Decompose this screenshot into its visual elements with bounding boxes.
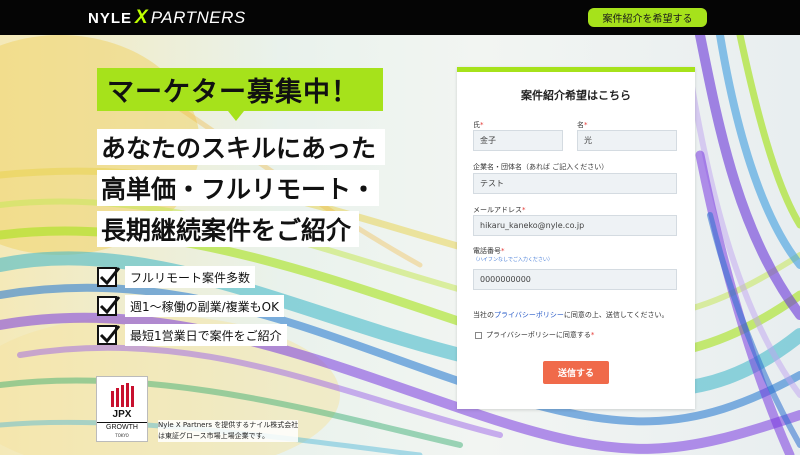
checkmark-icon xyxy=(97,296,121,316)
logo-nyle-text: NYLE xyxy=(88,10,133,27)
phone-field[interactable]: 0000000000 xyxy=(473,269,677,290)
feature-label: フルリモート案件多数 xyxy=(125,266,256,288)
company-field[interactable]: テスト xyxy=(473,173,677,194)
company-label: 企業名・団体名（あれば ご記入ください） xyxy=(473,163,609,171)
introduction-request-form: 案件紹介希望はこちら 氏* 金子 名* 光 企業名・団体名（あれば ご記入くださ… xyxy=(457,67,695,409)
headline-line-2: 高単価・フルリモート・ xyxy=(97,170,379,206)
privacy-policy-link[interactable]: プライバシーポリシー xyxy=(494,311,564,319)
privacy-consent-row[interactable]: プライバシーポリシーに同意する * xyxy=(475,330,594,340)
request-introduction-button[interactable]: 案件紹介を希望する xyxy=(588,8,707,27)
feature-item: 最短1営業日で案件をご紹介 xyxy=(97,322,287,348)
privacy-consent-label[interactable]: プライバシーポリシーに同意する xyxy=(486,330,591,340)
first-name-field[interactable]: 光 xyxy=(577,130,677,151)
jpx-tokyo-text: TOKYO xyxy=(115,433,129,438)
listing-note: Nyle X Partners を提供するナイル株式会社 は東証グロース市場上場… xyxy=(158,420,299,442)
listing-note-line-2: は東証グロース市場上場企業です。 xyxy=(158,432,269,440)
logo-x-text: X xyxy=(135,7,148,28)
checkmark-icon xyxy=(97,267,121,287)
listing-note-line-1: Nyle X Partners を提供するナイル株式会社 xyxy=(158,421,299,429)
phone-label: 電話番号* xyxy=(473,247,505,255)
feature-item: 週1〜稼働の副業/複業もOK xyxy=(97,293,287,319)
last-name-label: 氏* xyxy=(473,121,484,129)
headline-line-1: あなたのスキルにあった xyxy=(97,129,385,165)
site-header: NYLE X PARTNERS 案件紹介を希望する xyxy=(0,0,800,35)
recruiting-badge: マーケター募集中！ xyxy=(97,68,383,111)
feature-label: 最短1営業日で案件をご紹介 xyxy=(125,324,287,346)
checkmark-icon xyxy=(97,325,121,345)
headline-line-3: 長期継続案件をご紹介 xyxy=(97,211,359,247)
form-title: 案件紹介希望はこちら xyxy=(521,89,631,102)
jpx-growth-logo: JPX GROWTH TOKYO xyxy=(96,376,148,442)
privacy-consent-checkbox[interactable] xyxy=(475,331,482,339)
consent-notice: 当社のプライバシーポリシーに同意の上、送信してください。 xyxy=(473,311,669,319)
jpx-bars-icon xyxy=(111,383,134,407)
jpx-growth-text: GROWTH xyxy=(97,422,147,431)
nyle-x-partners-logo[interactable]: NYLE X PARTNERS xyxy=(88,7,246,29)
logo-partners-text: PARTNERS xyxy=(150,8,246,27)
email-field[interactable]: hikaru_kaneko@nyle.co.jp xyxy=(473,215,677,236)
feature-checklist: フルリモート案件多数 週1〜稼働の副業/複業もOK 最短1営業日で案件をご紹介 xyxy=(97,264,287,351)
submit-button[interactable]: 送信する xyxy=(543,361,609,384)
jpx-text: JPX xyxy=(112,409,132,420)
email-label: メールアドレス* xyxy=(473,206,526,214)
badge-tail xyxy=(228,111,244,121)
feature-label: 週1〜稼働の副業/複業もOK xyxy=(125,295,284,317)
feature-item: フルリモート案件多数 xyxy=(97,264,287,290)
first-name-label: 名* xyxy=(577,121,588,129)
last-name-field[interactable]: 金子 xyxy=(473,130,563,151)
phone-hint: （ハイフンなしでご入力ください） xyxy=(473,257,553,263)
